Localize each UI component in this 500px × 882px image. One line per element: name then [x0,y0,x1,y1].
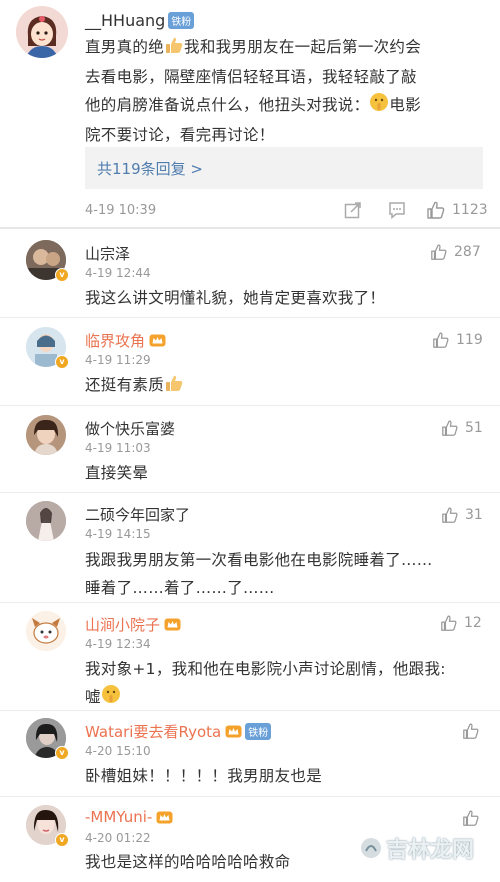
comment-like-button[interactable]: 31 [441,506,483,524]
verified-badge-icon: v [55,833,69,847]
avatar-cartoon-girl-icon [16,6,68,58]
comment-divider [0,710,500,711]
watermark-logo-icon [361,838,381,858]
comment-text: 直接笑晕 [85,464,149,482]
section-divider [0,227,500,229]
thumbs-up-icon [427,201,445,219]
comment-text-line: 我跟我男朋友第一次看电影他在电影院睡着了…… [85,551,433,569]
post-text-line: 电影 [389,96,422,114]
comment-icon[interactable] [387,200,407,224]
comment-like-count: 119 [456,332,483,348]
avatar-cartoon-icon [26,611,66,651]
comment-username[interactable]: 做个快乐富婆 [85,418,175,439]
comment-text: 我跟我男朋友第一次看电影他在电影院睡着了…… 睡着了……着了……了…… [85,546,433,602]
avatar-photo-icon [26,501,66,541]
thumbs-up-icon [442,420,458,436]
avatar[interactable] [26,501,66,541]
fan-badge: 铁粉 [168,12,195,29]
post-text-line: 直男真的绝 [85,38,165,56]
comment-like-count: 12 [464,615,482,631]
avatar[interactable] [16,6,68,58]
comment-like-button[interactable]: 12 [440,614,482,632]
share-icon[interactable] [343,200,363,224]
comment-divider [0,602,500,603]
comment-text-line: 我对象+1，我和他在电影院小声讨论剧情，他跟我: [85,660,446,678]
comment-timestamp: 4-19 11:03 [85,441,151,455]
comment-username[interactable]: 山涧小院子 [85,614,160,635]
thumbs-up-emoji-icon [164,35,184,63]
comment-like-count: 287 [454,244,481,260]
replies-box[interactable]: 共119条回复 > [85,147,483,189]
thumbs-up-icon [442,507,458,523]
vip-crown-icon [225,725,242,738]
comment-like-button[interactable]: 287 [430,243,481,261]
comment-text: 卧槽姐妹！！！！！我男朋友也是 [85,767,323,785]
watermark: 吉林龙网 [360,832,474,864]
post-text-line: 去看电影，隔壁座情侣轻轻耳语，我轻轻敲了敲 [85,68,417,86]
shush-face-emoji-icon [101,684,121,713]
comment-username[interactable]: Watari要去看Ryota [85,721,221,742]
view-replies-link[interactable]: 共119条回复 > [97,158,203,179]
comment-text: 还挺有素质 [85,371,184,401]
vip-crown-icon [156,811,173,823]
avatar[interactable] [26,611,66,651]
comment-timestamp: 4-19 14:15 [85,527,151,541]
comment-timestamp: 4-19 12:44 [85,266,151,280]
thumbs-up-emoji-icon [164,373,184,401]
comment-username[interactable]: -MMYuni- [85,808,152,826]
comment-text: 我这么讲文明懂礼貌，她肯定更喜欢我了！ [85,289,386,307]
comment-like-count: 51 [465,420,483,436]
post-like-count: 1123 [452,202,488,218]
comment-text-line: 嘘 [85,688,101,706]
comment-text: 我对象+1，我和他在电影院小声讨论剧情，他跟我: 嘘 [85,655,446,713]
comment-like-button[interactable]: 51 [441,419,483,437]
comment-timestamp: 4-20 01:22 [85,831,151,845]
comment-username[interactable]: 临界攻角 [85,330,145,351]
comment-divider [0,405,500,406]
fan-badge: 铁粉 [245,723,272,740]
comment-timestamp: 4-19 12:34 [85,637,151,651]
comment-text-line: 还挺有素质 [85,376,165,394]
comment-username[interactable]: 山宗泽 [85,243,130,264]
avatar-photo-icon [26,415,66,455]
watermark-text: 吉林龙网 [386,838,475,863]
post-body: 直男真的绝 我和我男朋友在一起后第一次约会 去看电影，隔壁座情侣轻轻耳语，我轻轻敲… [85,33,490,149]
shush-face-emoji-icon [369,92,389,121]
verified-badge-icon: v [55,746,69,760]
comment-divider [0,492,500,493]
avatar[interactable] [26,415,66,455]
comment-divider [0,796,500,797]
comment-divider [0,317,500,318]
thumbs-up-icon [463,810,479,826]
post-text-line: 我和我男朋友在一起后第一次约会 [184,38,422,56]
post-text-line: 他的肩膀准备说点什么，他扭头对我说： [85,96,370,114]
comment-timestamp: 4-20 15:10 [85,744,151,758]
vip-crown-icon [149,334,166,347]
comment-like-button[interactable]: 119 [432,331,483,349]
post-timestamp: 4-19 10:39 [85,203,157,218]
comment-username[interactable]: 二硕今年回家了 [85,504,190,525]
comment-text: 我也是这样的哈哈哈哈哈救命 [85,853,291,871]
comment-like-button[interactable] [462,722,480,744]
verified-badge-icon: v [55,355,69,369]
post-like-button[interactable]: 1123 [426,200,488,220]
comment-like-count: 31 [465,507,483,523]
vip-crown-icon [164,618,181,631]
thumbs-up-icon [431,244,447,260]
thumbs-up-icon [433,332,449,348]
verified-badge-icon: v [55,268,69,282]
comment-text-line: 睡着了……着了……了…… [85,579,275,597]
post-username[interactable]: __HHuang [85,11,165,30]
comment-timestamp: 4-19 11:29 [85,353,151,367]
thumbs-up-icon [463,723,479,739]
post-text-line: 院不要讨论，看完再讨论！ [85,126,275,144]
comment-like-button[interactable] [462,809,480,831]
thumbs-up-icon [441,615,457,631]
